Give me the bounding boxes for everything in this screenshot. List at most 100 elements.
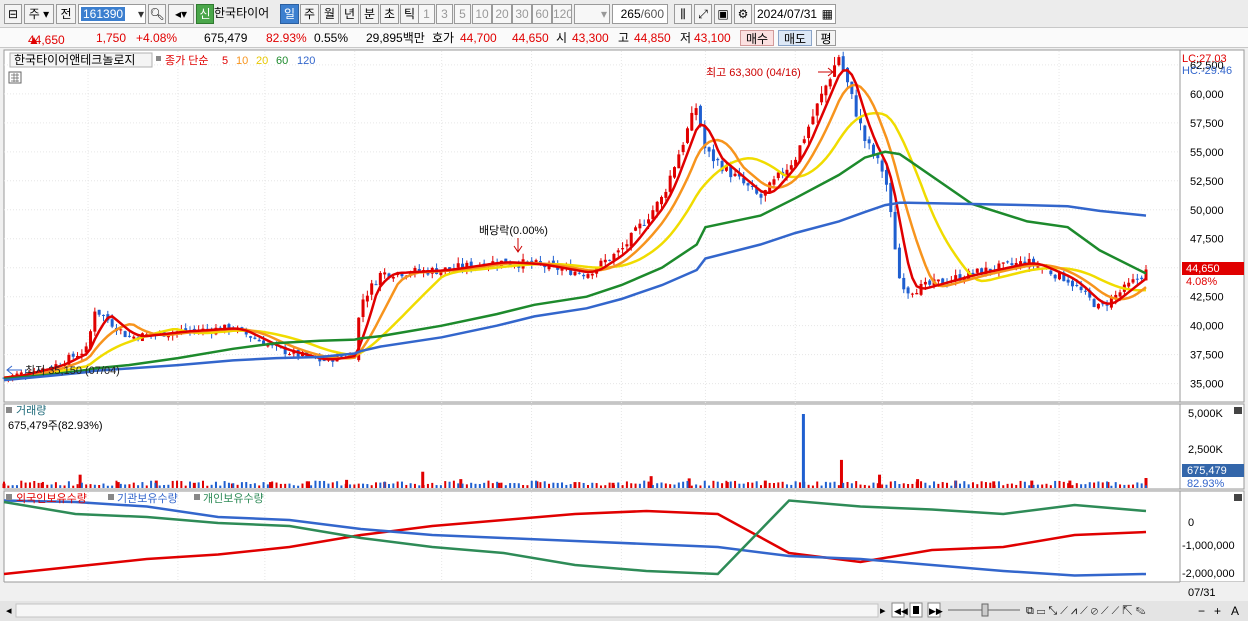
- candle-body: [1075, 285, 1079, 287]
- period-mode-button[interactable]: 전: [56, 4, 76, 24]
- period-week[interactable]: 주: [300, 4, 319, 24]
- scroll-right-icon[interactable]: ▸: [880, 605, 886, 617]
- gear-icon[interactable]: ⚙: [734, 4, 752, 24]
- volume-bar: [457, 483, 460, 488]
- volume-bar: [725, 480, 728, 488]
- scroll-left-icon[interactable]: ◂: [6, 605, 12, 617]
- candle-body: [828, 79, 832, 87]
- volume-bar: [1062, 481, 1065, 488]
- volume-bar: [353, 484, 356, 488]
- draw-tool-icon[interactable]: ⤢: [694, 4, 712, 24]
- candle-body: [772, 179, 776, 185]
- candle-body: [1001, 262, 1005, 264]
- volume-bar: [989, 482, 992, 488]
- tool-icons[interactable]: ⧉ ▭ ⤡ ⟋ ⩘ ⟋ ⊘ ⟋ ⟋ ⇱ ✎: [1026, 605, 1146, 617]
- interval-60[interactable]: 60: [532, 4, 552, 24]
- trade-volume: 675,479: [204, 31, 248, 45]
- calendar-icon[interactable]: ▦: [822, 5, 833, 23]
- price-tick: 42,500: [1190, 292, 1224, 304]
- volume-bar: [288, 483, 291, 488]
- market-select[interactable]: 주 ▾: [24, 4, 54, 24]
- period-day[interactable]: 일: [280, 4, 299, 24]
- ma-legend-bullet-icon: [156, 56, 161, 61]
- candle-body: [374, 284, 378, 286]
- volume-bar: [137, 485, 140, 488]
- candle-body: [629, 232, 633, 247]
- volume-bar: [409, 483, 412, 488]
- volume-bar: [768, 482, 771, 488]
- volume-bar: [184, 485, 187, 488]
- candle-body: [802, 139, 806, 143]
- volume-bar: [483, 482, 486, 488]
- period-minute[interactable]: 분: [360, 4, 379, 24]
- volume-bar: [357, 483, 360, 488]
- volume-bar: [946, 482, 949, 488]
- interval-30[interactable]: 30: [512, 4, 532, 24]
- interval-20[interactable]: 20: [492, 4, 512, 24]
- interval-3[interactable]: 3: [436, 4, 453, 24]
- interval-custom-select[interactable]: ▾: [574, 4, 610, 24]
- volume-bar: [842, 482, 845, 488]
- zoom-out-icon[interactable]: −: [1198, 604, 1205, 618]
- eval-button[interactable]: 평: [816, 30, 836, 46]
- speaker-icon[interactable]: ◂▾: [168, 4, 194, 24]
- zoom-slider-handle[interactable]: [981, 603, 989, 617]
- volume-bar: [158, 485, 161, 488]
- candle-body: [642, 224, 646, 226]
- candle-body: [880, 160, 884, 172]
- interval-10[interactable]: 10: [472, 4, 492, 24]
- volume-bar: [1140, 483, 1143, 488]
- ma-label: 종가 단순: [165, 54, 209, 67]
- code-input[interactable]: 161390 ▾: [78, 4, 146, 24]
- candle-body: [573, 271, 577, 276]
- candle-body: [915, 293, 919, 295]
- save-icon[interactable]: ▣: [714, 4, 732, 24]
- volume-bar: [1006, 483, 1009, 488]
- zoom-in-icon[interactable]: +: [1214, 604, 1221, 618]
- date-input[interactable]: 2024/07/31 ▦: [754, 4, 836, 24]
- candle-body: [759, 194, 763, 198]
- interval-5[interactable]: 5: [454, 4, 471, 24]
- volume-bar: [1080, 484, 1083, 488]
- chart-menu-icon[interactable]: ⊟: [4, 4, 22, 24]
- volume-bar: [318, 480, 321, 488]
- volume-bar: [747, 482, 750, 488]
- low-price: 43,100: [694, 31, 731, 45]
- candle-body: [599, 260, 603, 267]
- volume-bar: [738, 483, 741, 488]
- holding-pane-close-icon[interactable]: [1234, 494, 1242, 501]
- volume-bar: [1132, 484, 1135, 488]
- volume-bar: [292, 485, 295, 488]
- volume-bar: [690, 485, 693, 488]
- scrollbar-track[interactable]: [15, 603, 879, 618]
- buy-button[interactable]: 매수: [740, 30, 774, 46]
- volume-bar: [115, 480, 118, 488]
- interval-120[interactable]: 120: [552, 4, 572, 24]
- volume-pane-close-icon[interactable]: [1234, 407, 1242, 414]
- volume-bar: [271, 481, 274, 488]
- chevron-down-icon[interactable]: ▾: [138, 5, 144, 23]
- period-year[interactable]: 년: [340, 4, 359, 24]
- period-second[interactable]: 초: [380, 4, 399, 24]
- period-tick[interactable]: 틱: [400, 4, 419, 24]
- vol-tick-2500k: 2,500K: [1188, 444, 1224, 456]
- interval-1[interactable]: 1: [418, 4, 435, 24]
- candle-body: [1006, 261, 1010, 263]
- font-size-icon[interactable]: A: [1231, 604, 1239, 618]
- volume-bar: [539, 482, 542, 488]
- search-icon[interactable]: 🔍︎: [148, 4, 166, 24]
- sell-button[interactable]: 매도: [778, 30, 812, 46]
- chart-toolbar: ⊟ 주 ▾ 전 161390 ▾ 🔍︎ ◂▾ 신 한국타이어 일 주 월 년 분 …: [0, 0, 1248, 28]
- chevron-down-icon: ▾: [600, 7, 607, 21]
- volume-bar: [1015, 484, 1018, 488]
- volume-bar: [764, 481, 767, 488]
- volume-bar: [7, 485, 10, 488]
- volume-bar: [431, 482, 434, 488]
- bar-count-input[interactable]: 265/600: [612, 4, 668, 24]
- candle-type-icon[interactable]: ⫼: [674, 4, 692, 24]
- period-month[interactable]: 월: [320, 4, 339, 24]
- candle-body: [928, 280, 932, 285]
- price-tick: 52,500: [1190, 176, 1224, 188]
- candle-body: [811, 116, 815, 125]
- volume-bar: [106, 485, 109, 488]
